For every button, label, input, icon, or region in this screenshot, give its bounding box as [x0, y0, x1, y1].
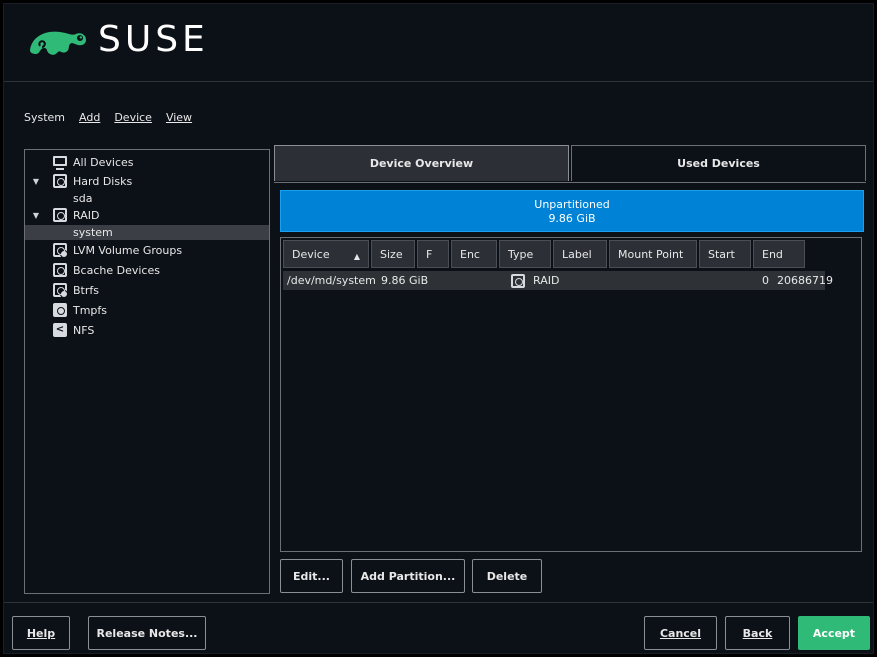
tree-item-hard-disks[interactable]: ▼ Hard Disks — [25, 172, 269, 190]
expand-toggle-icon[interactable]: ▼ — [29, 177, 43, 186]
menu-add[interactable]: Add — [79, 111, 100, 124]
cell-end: 20686719 — [777, 274, 833, 287]
tree-item-bcache[interactable]: Bcache Devices — [25, 261, 269, 279]
column-header-size[interactable]: Size — [371, 240, 415, 268]
tree-item-label: Tmpfs — [73, 303, 108, 317]
tree-item-btrfs[interactable]: Btrfs — [25, 281, 269, 299]
lvm-icon — [53, 243, 68, 258]
cancel-button[interactable]: Cancel — [644, 616, 717, 650]
header-bar: SUSE — [4, 4, 873, 82]
column-header-enc[interactable]: Enc — [451, 240, 497, 268]
tab-divider — [274, 182, 866, 183]
bcache-icon — [53, 263, 67, 277]
tree-item-nfs[interactable]: < NFS — [25, 321, 269, 339]
menu-device[interactable]: Device — [114, 111, 152, 124]
tree-item-sda[interactable]: sda — [25, 189, 269, 207]
disk-icon — [53, 174, 67, 188]
column-header-mount-point[interactable]: Mount Point — [609, 240, 697, 268]
raid-icon — [511, 273, 525, 288]
partition-bar-label: Unpartitioned — [534, 198, 610, 211]
cell-device: /dev/md/system — [287, 274, 376, 287]
cell-start: 0 — [762, 274, 769, 287]
tree-item-label: Hard Disks — [73, 174, 133, 188]
column-header-type[interactable]: Type — [499, 240, 551, 268]
tree-item-label: All Devices — [73, 155, 134, 169]
tab-device-overview[interactable]: Device Overview — [274, 145, 569, 181]
expand-toggle-icon[interactable]: ▼ — [29, 211, 43, 220]
nfs-share-icon: < — [53, 323, 67, 337]
btrfs-icon — [53, 283, 68, 298]
tree-item-label: Btrfs — [73, 283, 99, 297]
tab-used-devices[interactable]: Used Devices — [571, 145, 866, 181]
chameleon-icon — [30, 31, 86, 55]
raid-icon — [53, 208, 67, 222]
table-header: Device ▲ Size F Enc Type Label Mount Poi… — [283, 240, 807, 268]
tree-item-lvm[interactable]: LVM Volume Groups — [25, 241, 269, 259]
delete-button[interactable]: Delete — [472, 559, 542, 593]
tree-item-label: NFS — [73, 323, 95, 337]
menu-system[interactable]: System — [24, 111, 65, 124]
column-header-f[interactable]: F — [417, 240, 449, 268]
table-row[interactable]: /dev/md/system 9.86 GiB RAID 0 20686719 — [283, 271, 833, 290]
cell-type: RAID — [533, 274, 560, 287]
partition-bar[interactable]: Unpartitioned 9.86 GiB — [280, 190, 864, 232]
cell-size: 9.86 GiB — [381, 274, 429, 287]
brand-name: SUSE — [98, 19, 209, 60]
tab-bar: Device Overview Used Devices — [274, 145, 866, 183]
column-header-end[interactable]: End — [753, 240, 805, 268]
tree-item-all-devices[interactable]: All Devices — [25, 153, 269, 171]
menu-view[interactable]: View — [166, 111, 192, 124]
column-header-device[interactable]: Device ▲ — [283, 240, 369, 268]
tree-item-label: system — [73, 226, 113, 239]
footer-divider — [4, 602, 873, 603]
tree-item-system[interactable]: system — [25, 225, 269, 240]
accept-button[interactable]: Accept — [798, 616, 870, 650]
tmpfs-icon — [53, 303, 67, 317]
release-notes-button[interactable]: Release Notes... — [88, 616, 206, 650]
sort-ascending-icon: ▲ — [353, 252, 360, 261]
add-partition-button[interactable]: Add Partition... — [351, 559, 465, 593]
tree-item-label: Bcache Devices — [73, 263, 160, 277]
device-tree: All Devices ▼ Hard Disks sda ▼ RAID syst… — [24, 149, 270, 594]
partition-bar-size: 9.86 GiB — [548, 212, 596, 225]
tree-item-label: sda — [73, 191, 93, 205]
installer-window: SUSE System Add Device View All Devices … — [3, 3, 874, 654]
suse-logo: SUSE — [26, 20, 209, 60]
tree-item-label: LVM Volume Groups — [73, 243, 183, 257]
back-button[interactable]: Back — [725, 616, 790, 650]
device-table: Device ▲ Size F Enc Type Label Mount Poi… — [280, 237, 862, 552]
menu-bar: System Add Device View — [24, 111, 192, 124]
column-header-start[interactable]: Start — [699, 240, 751, 268]
monitor-icon — [53, 156, 67, 170]
tab-label: Used Devices — [677, 157, 760, 170]
tree-item-tmpfs[interactable]: Tmpfs — [25, 301, 269, 319]
edit-button[interactable]: Edit... — [280, 559, 343, 593]
column-header-label[interactable]: Label — [553, 240, 607, 268]
help-button[interactable]: Help — [12, 616, 70, 650]
tab-label: Device Overview — [369, 157, 474, 170]
tree-item-label: RAID — [73, 208, 100, 222]
tree-item-raid[interactable]: ▼ RAID — [25, 206, 269, 224]
